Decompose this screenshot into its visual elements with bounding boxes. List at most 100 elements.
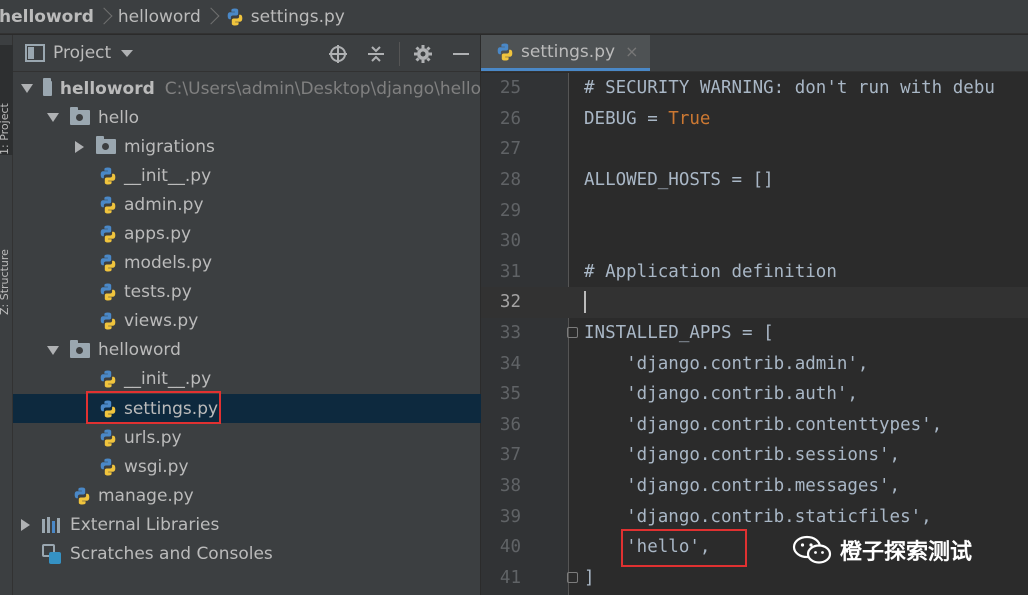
code-line: 33 INSTALLED_APPS = [ bbox=[481, 318, 1028, 349]
tree-item-file[interactable]: urls.py bbox=[13, 423, 481, 452]
code-line: 25 # SECURITY WARNING: don't run with de… bbox=[481, 73, 1028, 104]
tree-item-file[interactable]: wsgi.py bbox=[13, 452, 481, 481]
breadcrumb-separator bbox=[94, 0, 118, 33]
code-line: 30 bbox=[481, 226, 1028, 257]
breadcrumb-item-package[interactable]: helloword bbox=[118, 0, 201, 33]
project-panel: Project helloword C:\Users\admin\Desktop… bbox=[13, 35, 481, 595]
tree-item-external-libraries[interactable]: External Libraries bbox=[13, 510, 481, 539]
code-line: 35 'django.contrib.auth', bbox=[481, 379, 1028, 410]
tree-item-label: helloword bbox=[98, 340, 181, 361]
code-line-current: 32 bbox=[481, 287, 1028, 318]
code-line: 31 # Application definition bbox=[481, 257, 1028, 288]
tree-item-label: migrations bbox=[124, 136, 215, 157]
package-folder-icon bbox=[70, 107, 90, 126]
fold-marker-icon[interactable] bbox=[567, 572, 578, 583]
breadcrumb: helloword helloword settings.py bbox=[0, 0, 1028, 34]
editor: settings.py × 25 # SECURITY WARNING: don… bbox=[481, 35, 1028, 595]
python-file-icon bbox=[100, 400, 116, 418]
tree-item-file-selected[interactable]: settings.py bbox=[13, 394, 481, 424]
code-line: 34 'django.contrib.admin', bbox=[481, 348, 1028, 379]
line-number: 31 bbox=[499, 261, 521, 282]
line-number: 39 bbox=[499, 506, 521, 527]
python-file-icon bbox=[100, 196, 116, 214]
editor-tab-bar: settings.py × bbox=[481, 35, 1028, 72]
collapse-all-icon[interactable] bbox=[357, 35, 395, 72]
tree-item-label: tests.py bbox=[124, 282, 192, 303]
breadcrumb-item-project[interactable]: helloword bbox=[0, 0, 94, 33]
close-icon[interactable]: × bbox=[625, 42, 638, 61]
project-view-selector[interactable]: Project bbox=[53, 43, 111, 63]
project-tree: helloword C:\Users\admin\Desktop\django\… bbox=[13, 72, 481, 569]
line-number: 35 bbox=[499, 384, 521, 405]
tree-item-file[interactable]: apps.py bbox=[13, 219, 481, 248]
code-text: 'hello', bbox=[584, 537, 711, 558]
code-text: 'django.contrib.auth', bbox=[584, 384, 858, 405]
tree-item-label: models.py bbox=[124, 253, 213, 274]
code-line: 27 bbox=[481, 134, 1028, 165]
python-file-icon bbox=[74, 487, 90, 505]
package-folder-icon bbox=[70, 339, 90, 358]
expand-arrow-icon[interactable] bbox=[18, 518, 32, 532]
python-file-icon bbox=[100, 254, 116, 272]
line-number: 37 bbox=[499, 445, 521, 466]
breadcrumb-file-label: settings.py bbox=[250, 6, 345, 27]
tree-item-folder[interactable]: migrations bbox=[13, 132, 481, 161]
gear-icon[interactable] bbox=[404, 35, 442, 72]
tree-item-label: __init__.py bbox=[124, 165, 212, 186]
expand-arrow-icon[interactable] bbox=[46, 343, 60, 357]
code-line: 37 'django.contrib.sessions', bbox=[481, 440, 1028, 471]
code-text: 'django.contrib.sessions', bbox=[584, 445, 901, 466]
tree-item-file[interactable]: __init__.py bbox=[13, 365, 481, 394]
tree-item-label: Scratches and Consoles bbox=[70, 544, 273, 565]
minimize-icon[interactable] bbox=[442, 35, 480, 72]
code-text: 'django.contrib.staticfiles', bbox=[584, 506, 932, 527]
tree-item-file[interactable]: views.py bbox=[13, 307, 481, 336]
line-number: 29 bbox=[499, 200, 521, 221]
expand-arrow-icon[interactable] bbox=[21, 82, 33, 96]
tree-item-label: hello bbox=[98, 107, 140, 128]
python-file-icon bbox=[100, 225, 116, 243]
python-file-icon bbox=[100, 370, 116, 388]
python-file-icon bbox=[497, 43, 513, 60]
wechat-icon bbox=[792, 535, 832, 564]
tree-item-scratches[interactable]: Scratches and Consoles bbox=[13, 540, 481, 569]
expand-arrow-icon[interactable] bbox=[72, 140, 86, 154]
tool-window-strip: 1: Project Z: Structure bbox=[0, 35, 15, 595]
code-area[interactable]: 25 # SECURITY WARNING: don't run with de… bbox=[481, 73, 1028, 595]
line-number: 30 bbox=[499, 231, 521, 252]
breadcrumb-item-file[interactable]: settings.py bbox=[225, 0, 345, 33]
tree-item-file[interactable]: tests.py bbox=[13, 278, 481, 307]
code-text: 'django.contrib.admin', bbox=[584, 353, 869, 374]
line-number: 34 bbox=[499, 353, 521, 374]
tree-item-label: apps.py bbox=[124, 224, 192, 245]
code-text: INSTALLED_APPS = [ bbox=[584, 323, 774, 344]
python-file-icon bbox=[100, 167, 116, 185]
fold-marker-icon[interactable] bbox=[567, 327, 578, 338]
crosshair-icon[interactable] bbox=[319, 35, 357, 72]
tree-item-label: External Libraries bbox=[70, 514, 220, 535]
tree-item-file[interactable]: models.py bbox=[13, 249, 481, 278]
expand-arrow-icon[interactable] bbox=[46, 111, 60, 125]
tree-item-root[interactable]: helloword C:\Users\admin\Desktop\django\… bbox=[13, 74, 481, 103]
chevron-down-icon[interactable] bbox=[121, 49, 134, 57]
tree-item-file[interactable]: admin.py bbox=[13, 190, 481, 219]
line-number: 28 bbox=[499, 170, 521, 191]
breadcrumb-package-label: helloword bbox=[117, 6, 201, 27]
tree-item-label: urls.py bbox=[124, 427, 182, 448]
tree-item-file[interactable]: __init__.py bbox=[13, 161, 481, 190]
python-file-icon bbox=[100, 458, 116, 476]
code-line: 26 DEBUG = True bbox=[481, 104, 1028, 135]
line-number: 33 bbox=[499, 323, 521, 344]
code-text: 'django.contrib.messages', bbox=[584, 476, 901, 497]
code-text: ALLOWED_HOSTS = [] bbox=[584, 170, 774, 191]
code-line: 38 'django.contrib.messages', bbox=[481, 471, 1028, 502]
tab-settings-py[interactable]: settings.py × bbox=[481, 35, 651, 71]
tab-label: settings.py bbox=[521, 41, 616, 62]
breadcrumb-separator bbox=[201, 0, 225, 33]
tree-item-file[interactable]: manage.py bbox=[13, 481, 481, 510]
tree-item-label: __init__.py bbox=[124, 369, 212, 390]
tree-item-folder[interactable]: hello bbox=[13, 103, 481, 132]
code-line: 36 'django.contrib.contenttypes', bbox=[481, 410, 1028, 441]
tree-item-folder[interactable]: helloword bbox=[13, 336, 481, 365]
package-folder-icon bbox=[96, 136, 116, 155]
